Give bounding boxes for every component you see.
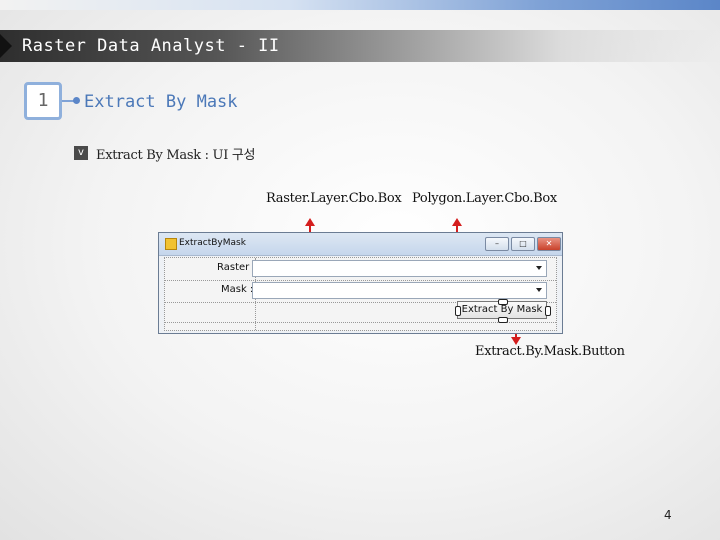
window-title: ExtractByMask — [179, 238, 246, 248]
raster-layer-combobox[interactable] — [252, 260, 547, 277]
extract-by-mask-window: ExtractByMask – □ ✕ Raster : Mask : Extr… — [158, 232, 563, 334]
form-icon — [165, 238, 177, 250]
window-titlebar[interactable]: ExtractByMask – □ ✕ — [159, 233, 562, 256]
resize-handle[interactable] — [545, 306, 551, 316]
button-arrow-head-icon — [511, 337, 521, 345]
grid-divider — [165, 322, 556, 323]
resize-handle[interactable] — [498, 317, 508, 323]
section-dot — [73, 97, 80, 104]
raster-arrow-head-icon — [305, 218, 315, 226]
triangle-right-icon — [0, 34, 12, 58]
raster-label: Raster : — [217, 262, 256, 273]
header-title: Raster Data Analyst - II — [22, 36, 280, 56]
callout-polygon-combo: Polygon.Layer.Cbo.Box — [412, 191, 557, 206]
callout-extract-button: Extract.By.Mask.Button — [475, 344, 625, 359]
checkbox-icon: v — [74, 146, 88, 160]
chevron-down-icon[interactable] — [536, 266, 542, 270]
section-number: 1 — [24, 82, 62, 120]
mask-label: Mask : — [221, 284, 254, 295]
close-button[interactable]: ✕ — [537, 237, 561, 251]
polygon-arrow-head-icon — [452, 218, 462, 226]
minimize-button[interactable]: – — [485, 237, 509, 251]
grid-divider — [165, 280, 556, 281]
maximize-button[interactable]: □ — [511, 237, 535, 251]
resize-handle[interactable] — [455, 306, 461, 316]
top-accent-bar — [0, 0, 720, 10]
extract-button-wrapper: Extract By Mask — [455, 299, 551, 323]
section-title: Extract By Mask — [84, 92, 238, 112]
bullet-text: Extract By Mask : UI 구성 — [96, 148, 256, 163]
polygon-layer-combobox[interactable] — [252, 282, 547, 299]
callout-raster-combo: Raster.Layer.Cbo.Box — [266, 191, 402, 206]
chevron-down-icon[interactable] — [536, 288, 542, 292]
resize-handle[interactable] — [498, 299, 508, 305]
page-number: 4 — [664, 508, 672, 522]
